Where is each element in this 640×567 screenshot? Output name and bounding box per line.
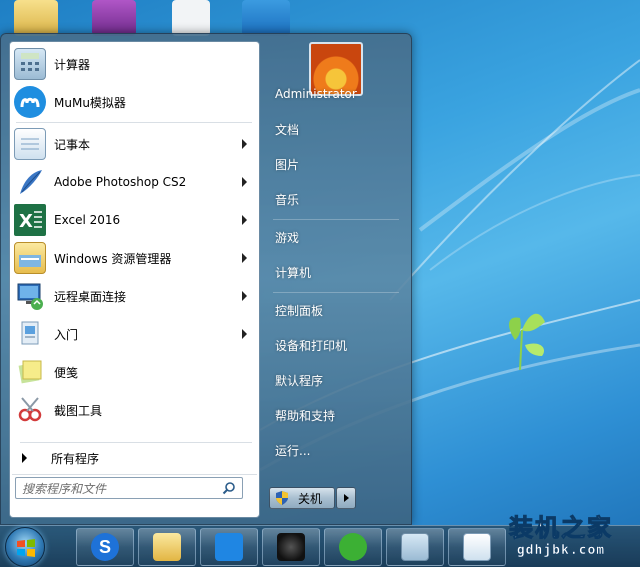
program-calculator[interactable]: 计算器 [10, 46, 259, 82]
media-player-icon [277, 533, 305, 561]
expand-arrow-icon [22, 453, 27, 463]
file-explorer-icon [153, 533, 181, 561]
program-label: 记事本 [54, 137, 91, 152]
taskbar-button-explorer[interactable] [138, 528, 196, 566]
program-photoshop[interactable]: Adobe Photoshop CS2 [10, 164, 259, 200]
shutdown-options-button[interactable] [336, 487, 356, 509]
right-item-label: 控制面板 [275, 303, 324, 318]
all-programs-label: 所有程序 [51, 451, 100, 466]
desktop-folder-icon[interactable] [14, 0, 58, 36]
taskbar-button-wechat[interactable] [324, 528, 382, 566]
right-item-games[interactable]: 游戏 [267, 222, 402, 252]
mumu-emulator-icon [14, 86, 46, 118]
right-item-help-support[interactable]: 帮助和支持 [267, 400, 402, 430]
program-label: Adobe Photoshop CS2 [54, 175, 187, 189]
right-item-label: 游戏 [275, 230, 300, 245]
remote-desktop-icon [14, 280, 46, 312]
search-input[interactable]: 搜索程序和文件 [15, 477, 243, 499]
sogou-browser-icon: S [91, 533, 119, 561]
all-programs-button[interactable]: 所有程序 [10, 446, 259, 470]
right-item-documents[interactable]: 文档 [267, 114, 402, 144]
submenu-arrow-icon[interactable] [242, 291, 247, 301]
getting-started-icon [14, 318, 46, 350]
desktop-app-icon[interactable] [242, 0, 290, 36]
leaf-decoration [508, 313, 545, 371]
svg-text:X: X [19, 211, 33, 232]
calculator-icon [14, 48, 46, 80]
taskbar-button-app-store[interactable] [200, 528, 258, 566]
shutdown-label: 关机 [298, 491, 323, 506]
sticky-notes-icon [14, 356, 46, 388]
explorer-folder-icon [14, 242, 46, 274]
windows-logo-icon [17, 539, 35, 557]
program-excel[interactable]: X Excel 2016 [10, 202, 259, 238]
watermark: 装机之家 gdhjbk.com [484, 513, 638, 567]
right-item-label: 计算机 [275, 265, 312, 280]
all-programs-separator [20, 442, 252, 443]
taskbar-button-calculator[interactable] [386, 528, 444, 566]
program-windows-explorer[interactable]: Windows 资源管理器 [10, 240, 259, 276]
right-item-label: 帮助和支持 [275, 408, 336, 423]
watermark-title: 装机之家 [509, 514, 613, 543]
program-label: 便笺 [54, 365, 79, 380]
program-snipping-tool[interactable]: 截图工具 [10, 392, 259, 428]
right-item-devices-printers[interactable]: 设备和打印机 [267, 330, 402, 360]
right-item-label: 文档 [275, 122, 300, 137]
right-item-administrator[interactable]: Administrator [267, 79, 402, 109]
wechat-icon [339, 533, 367, 561]
right-item-label: 默认程序 [275, 373, 324, 388]
uac-shield-icon [276, 491, 288, 505]
right-item-control-panel[interactable]: 控制面板 [267, 295, 402, 325]
start-menu: 计算器 MuMu模拟器 记事本 Adobe Photoshop CS2 X Ex… [0, 33, 412, 525]
app-store-icon [215, 533, 243, 561]
photoshop-feather-icon [14, 166, 46, 198]
program-remote-desktop[interactable]: 远程桌面连接 [10, 278, 259, 314]
search-separator [12, 474, 257, 475]
start-button[interactable] [5, 527, 45, 567]
program-label: 计算器 [54, 57, 91, 72]
program-label: Excel 2016 [54, 213, 121, 227]
taskbar-button-sogou[interactable]: S [76, 528, 134, 566]
excel-icon: X [14, 204, 46, 236]
right-item-label: 音乐 [275, 192, 300, 207]
notepad-icon [14, 128, 46, 160]
search-icon[interactable] [222, 481, 236, 495]
submenu-arrow-icon[interactable] [242, 215, 247, 225]
right-item-default-programs[interactable]: 默认程序 [267, 365, 402, 395]
program-label: Windows 资源管理器 [54, 251, 172, 266]
right-item-label: Administrator [275, 87, 357, 101]
desktop-document-icon[interactable] [172, 0, 210, 36]
program-sticky-notes[interactable]: 便笺 [10, 354, 259, 390]
submenu-arrow-icon[interactable] [242, 329, 247, 339]
submenu-arrow-icon[interactable] [242, 177, 247, 187]
program-separator [16, 122, 252, 123]
snipping-tool-icon [14, 394, 46, 426]
shutdown-button[interactable]: 关机 [269, 487, 335, 509]
watermark-url: gdhjbk.com [516, 543, 606, 558]
right-item-computer[interactable]: 计算机 [267, 257, 402, 287]
submenu-arrow-icon[interactable] [242, 139, 247, 149]
desktop-archive-icon[interactable] [92, 0, 136, 36]
right-item-label: 运行... [275, 443, 311, 458]
programs-pane: 计算器 MuMu模拟器 记事本 Adobe Photoshop CS2 X Ex… [9, 41, 260, 518]
program-notepad[interactable]: 记事本 [10, 126, 259, 162]
program-label: MuMu模拟器 [54, 95, 126, 110]
right-item-label: 图片 [275, 157, 300, 172]
right-item-run[interactable]: 运行... [267, 435, 402, 465]
program-getting-started[interactable]: 入门 [10, 316, 259, 352]
taskbar-button-media-player[interactable] [262, 528, 320, 566]
right-separator [273, 219, 399, 220]
right-item-label: 设备和打印机 [275, 338, 348, 353]
submenu-arrow-icon[interactable] [242, 253, 247, 263]
calculator-icon [401, 533, 429, 561]
right-item-music[interactable]: 音乐 [267, 184, 402, 214]
search-placeholder: 搜索程序和文件 [22, 481, 107, 496]
program-label: 截图工具 [54, 403, 103, 418]
program-label: 远程桌面连接 [54, 289, 127, 304]
right-item-pictures[interactable]: 图片 [267, 149, 402, 179]
program-mumu-emulator[interactable]: MuMu模拟器 [10, 84, 259, 120]
right-separator [273, 292, 399, 293]
program-label: 入门 [54, 327, 79, 342]
